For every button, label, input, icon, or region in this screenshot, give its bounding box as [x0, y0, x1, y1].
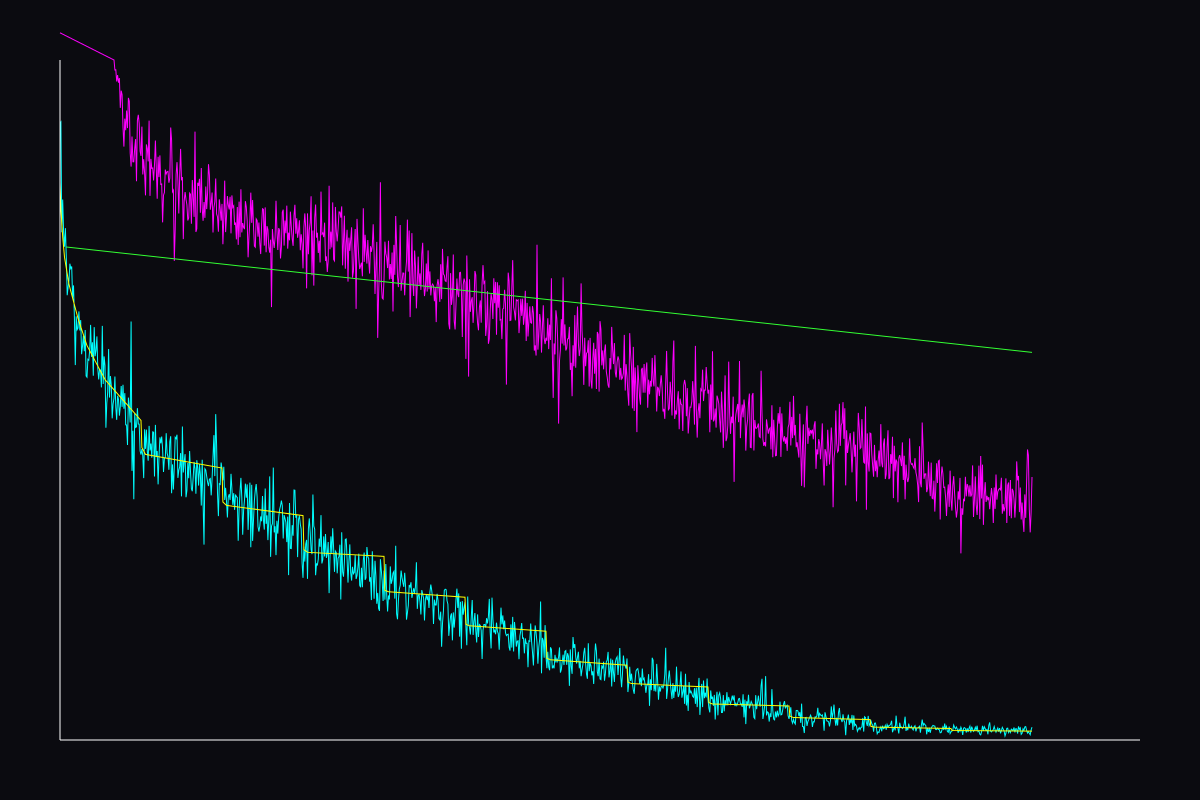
- chart: [0, 0, 1200, 800]
- chart-background: [0, 0, 1200, 800]
